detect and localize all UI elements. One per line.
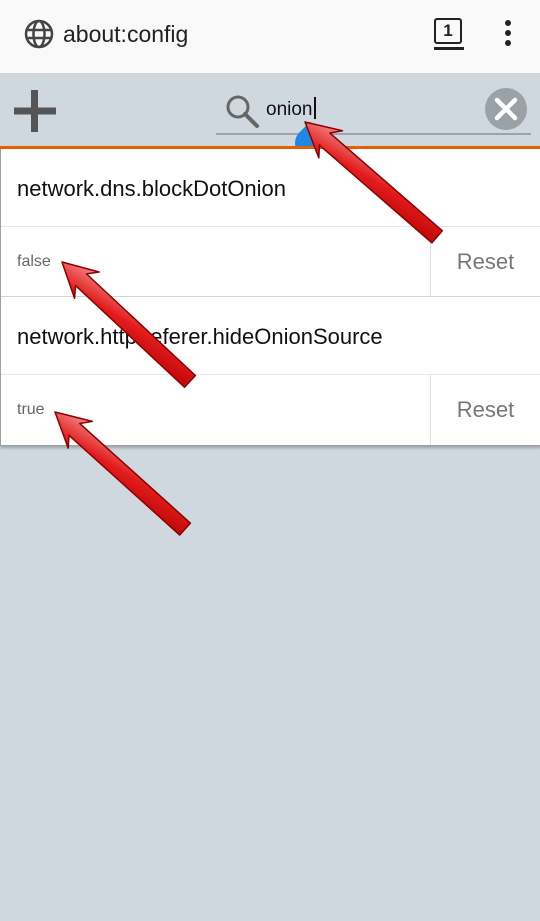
pref-value-row: true Reset xyxy=(1,375,540,445)
pref-name[interactable]: network.dns.blockDotOnion xyxy=(1,149,540,227)
browser-toolbar: about:config 1 xyxy=(0,0,540,73)
config-toolbar: onion xyxy=(0,73,540,165)
add-pref-button[interactable] xyxy=(12,88,58,134)
search-input-value: onion xyxy=(266,99,313,120)
reset-button[interactable]: Reset xyxy=(430,227,540,296)
search-icon xyxy=(226,95,259,128)
tab-counter-underline xyxy=(434,47,464,50)
overflow-menu-icon[interactable] xyxy=(500,20,516,50)
pref-name[interactable]: network.http.referer.hideOnionSource xyxy=(1,297,540,375)
clear-search-button[interactable] xyxy=(484,87,528,131)
globe-icon[interactable] xyxy=(23,18,55,50)
search-input[interactable]: onion xyxy=(266,97,316,122)
pref-value[interactable]: false xyxy=(17,253,51,271)
url-bar[interactable]: about:config xyxy=(63,20,188,48)
pref-list: network.dns.blockDotOnion false Reset ne… xyxy=(0,149,540,446)
pref-value-row: false Reset xyxy=(1,227,540,297)
text-caret xyxy=(313,97,316,119)
search-underline xyxy=(216,133,531,135)
pref-value[interactable]: true xyxy=(17,401,45,419)
reset-button[interactable]: Reset xyxy=(430,375,540,445)
tab-counter-button[interactable]: 1 xyxy=(434,18,462,44)
